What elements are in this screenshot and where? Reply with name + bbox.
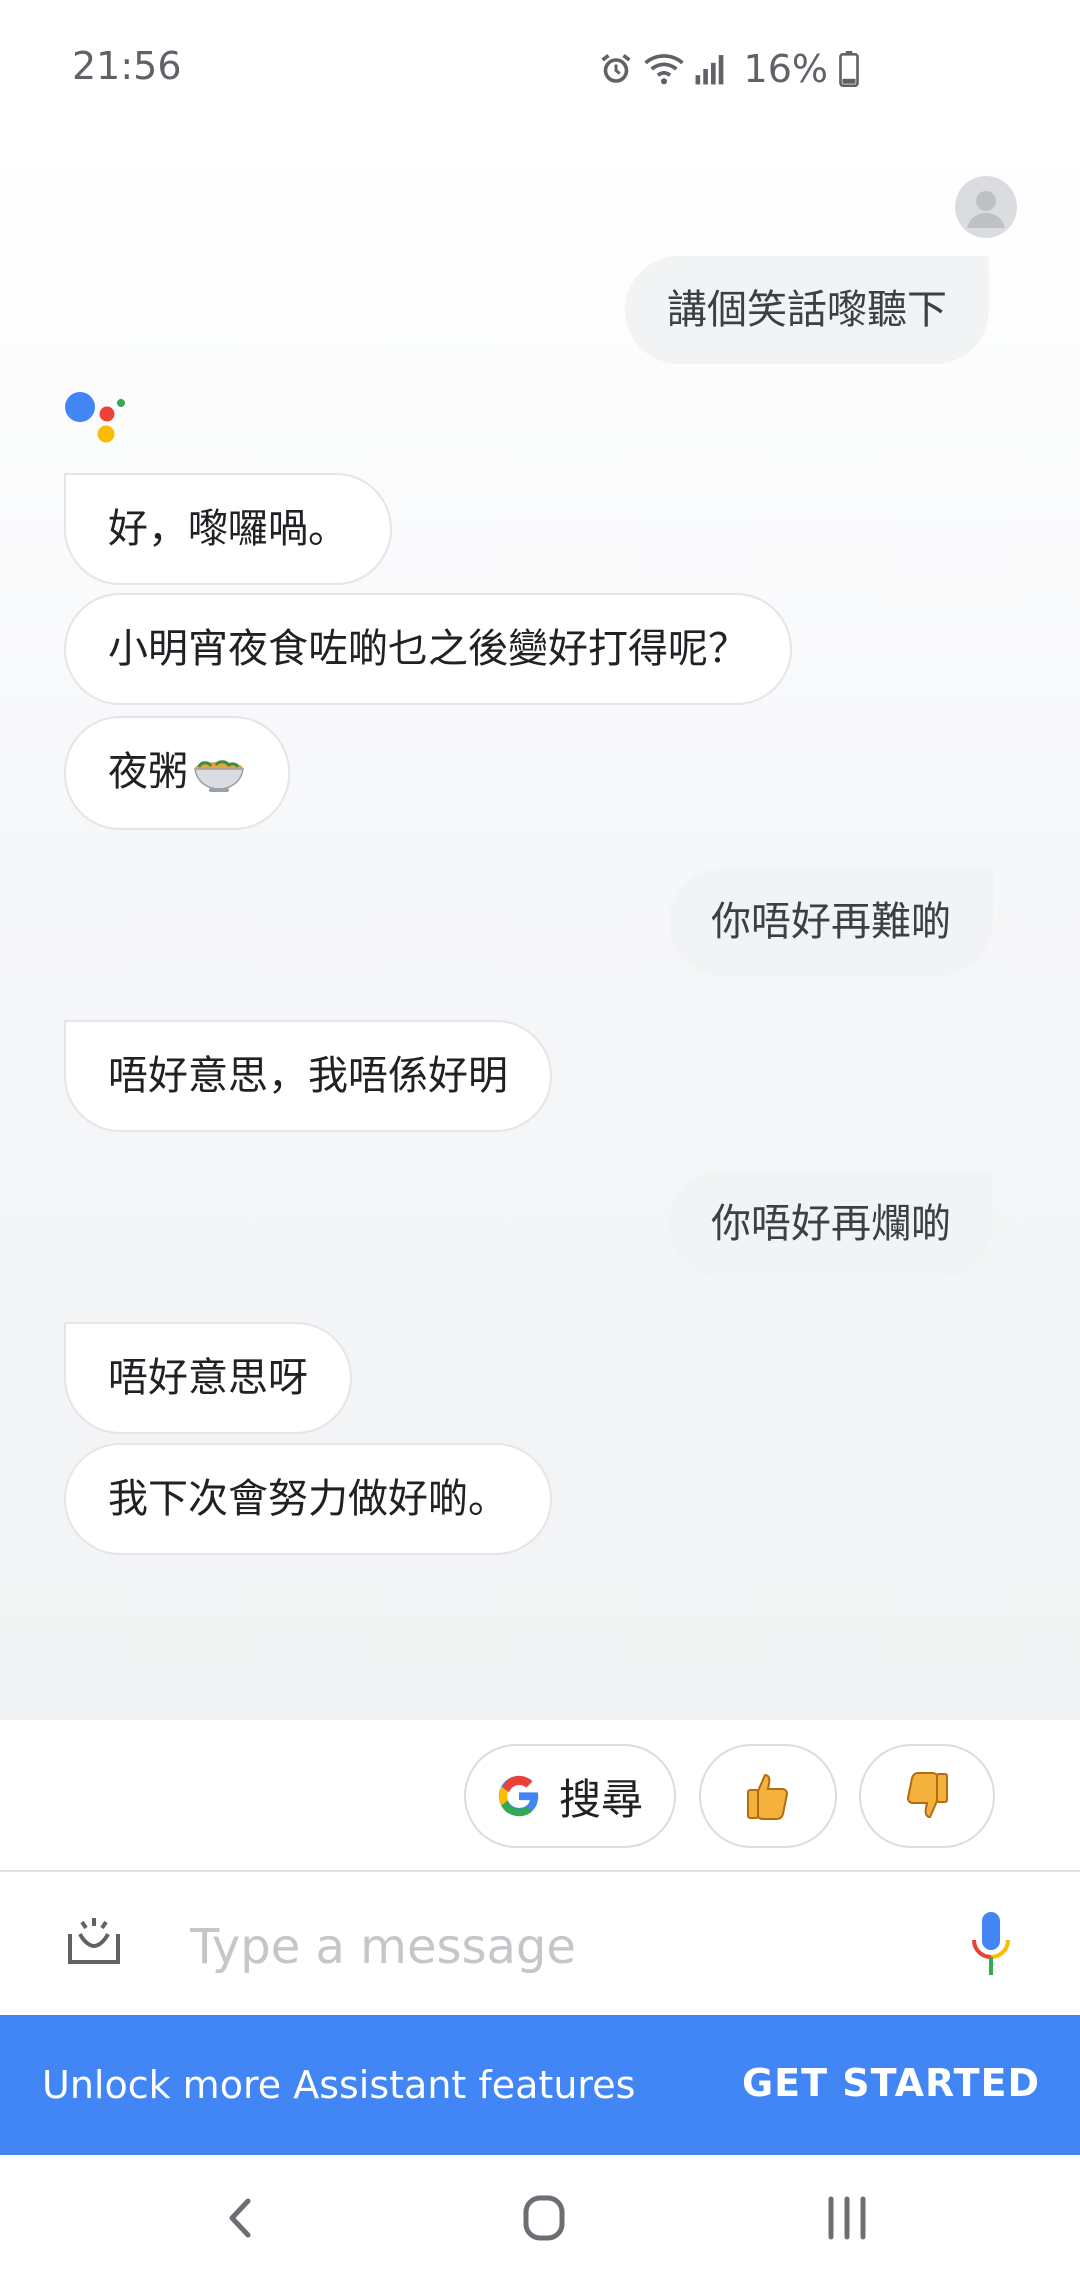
lens-icon[interactable]: [64, 1914, 124, 1970]
alarm-icon: [600, 54, 631, 83]
search-chip[interactable]: 搜尋: [464, 1744, 676, 1848]
user-message: 講個笑話嚟聽下: [625, 256, 989, 364]
assistant-message: 唔好意思呀: [64, 1322, 352, 1434]
banner-text: Unlock more Assistant features: [42, 2063, 636, 2107]
user-message: 你唔好再難啲: [669, 868, 993, 976]
assistant-message: 唔好意思，我唔係好明: [64, 1020, 552, 1132]
get-started-button[interactable]: GET STARTED: [742, 2061, 1040, 2105]
user-avatar[interactable]: [955, 176, 1017, 238]
user-message: 你唔好再爛啲: [669, 1170, 993, 1278]
conversation-area[interactable]: 講個笑話嚟聽下 好，嚟囉喎。 小明宵夜食咗啲乜之後變好打得呢？ 夜粥 你唔好再難…: [0, 140, 1080, 1720]
input-bar: [0, 1870, 1080, 2015]
thumbs-down-chip[interactable]: [859, 1744, 995, 1848]
system-nav-bar: [0, 2155, 1080, 2280]
home-icon[interactable]: [504, 2183, 584, 2253]
google-g-icon: [498, 1775, 539, 1817]
search-chip-label: 搜尋: [558, 1774, 643, 1824]
assistant-message: 夜粥: [64, 716, 290, 830]
status-time: 21:56: [72, 44, 182, 88]
suggestion-chips: 搜尋: [0, 1720, 1080, 1870]
assistant-message: 我下次會努力做好啲。: [64, 1443, 552, 1555]
status-bar: 21:56 16%: [0, 0, 1080, 140]
message-input[interactable]: [190, 1912, 950, 1982]
wifi-icon: [643, 54, 684, 85]
assistant-message: 好，嚟囉喎。: [64, 473, 392, 585]
assistant-logo-icon: [65, 392, 125, 443]
back-icon[interactable]: [202, 2183, 282, 2253]
assistant-message: 小明宵夜食咗啲乜之後變好打得呢？: [64, 593, 792, 705]
battery-percent: 16%: [743, 47, 828, 91]
thumbs-down-icon: [906, 1772, 948, 1819]
assistant-message-text: 夜粥: [108, 749, 188, 795]
status-icons: 16%: [598, 44, 860, 94]
promo-banner: Unlock more Assistant features GET START…: [0, 2015, 1080, 2155]
thumbs-up-chip[interactable]: [699, 1744, 837, 1848]
bowl-emoji-icon: [194, 760, 244, 792]
account-icon: [967, 191, 1005, 228]
microphone-icon[interactable]: [968, 1910, 1014, 1980]
recent-apps-icon[interactable]: [807, 2183, 887, 2253]
thumbs-up-icon: [747, 1773, 789, 1820]
signal-icon: [695, 55, 723, 85]
battery-icon: [839, 51, 859, 87]
